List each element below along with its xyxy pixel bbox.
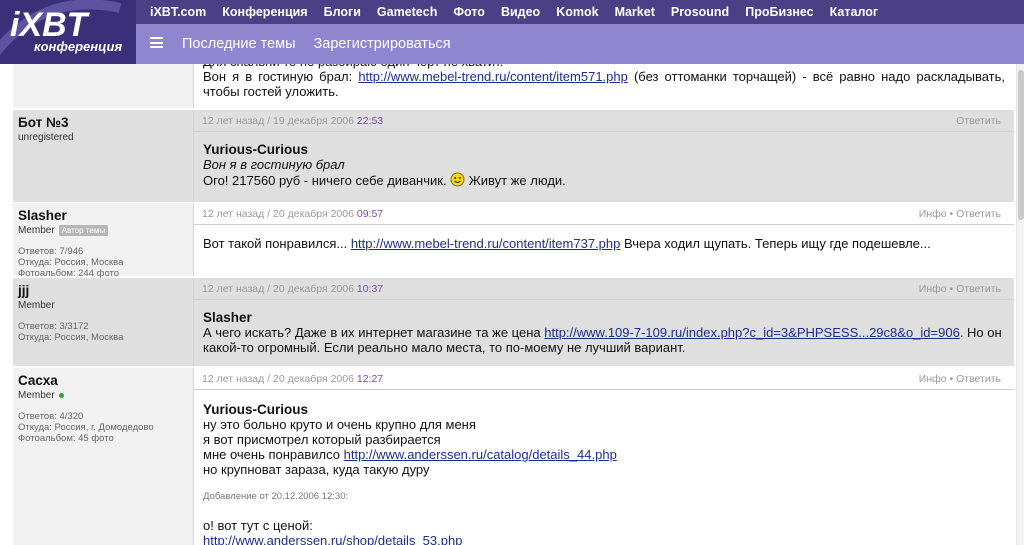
post-ago: 12 лет назад — [202, 207, 265, 220]
topnav-video[interactable]: Видео — [501, 5, 540, 19]
post: Сасха Member Ответов: 4/320 Откуда: Росс… — [13, 368, 1014, 545]
latest-topics-link[interactable]: Последние темы — [182, 36, 296, 52]
author-name[interactable]: jjj — [18, 283, 188, 298]
author-panel: Slasher Member Автор темы Ответов: 7/946 … — [13, 203, 194, 279]
quote-author: Yurious-Curious — [203, 142, 309, 157]
post-ago: 12 лет назад — [202, 114, 265, 127]
post-link[interactable]: http://www.anderssen.ru/catalog/details_… — [344, 447, 617, 462]
author-role: Member — [18, 300, 55, 311]
scrollbar[interactable] — [1016, 64, 1024, 545]
post-text: Вот такой понравился... http://www.mebel… — [203, 236, 931, 251]
topnav-photo[interactable]: Фото — [453, 5, 485, 19]
author-role: Member — [18, 389, 188, 402]
topnav-ixbt[interactable]: iXBT.com — [150, 5, 206, 19]
post-line: но крупноват зараза, куда такую дуру — [203, 462, 430, 477]
edit-note: Добавление от 20.12.2006 12:30: — [203, 491, 349, 502]
post: Бот №3 unregistered 12 лет назад / 19 де… — [13, 110, 1014, 202]
smiley-icon — [450, 172, 465, 190]
register-link[interactable]: Зарегистрироваться — [314, 36, 451, 52]
quote-author: Slasher — [203, 310, 252, 325]
author-name[interactable]: Сасха — [18, 373, 188, 388]
author-role: Member Автор темы — [18, 224, 188, 237]
post-date: 20 декабря 2006 — [273, 282, 354, 295]
logo-subtitle: конференция — [34, 39, 122, 54]
top-nav: iXBT.com Конференция Блоги Gametech Фото… — [150, 0, 894, 24]
online-status-icon — [58, 393, 64, 398]
author-panel: Сасха Member Ответов: 4/320 Откуда: Росс… — [13, 368, 194, 545]
post-meta: 12 лет назад / 19 декабря 2006 22:53 Отв… — [194, 110, 1014, 132]
post-body: 12 лет назад / 20 декабря 2006 10:37 Инф… — [194, 278, 1014, 366]
author-name[interactable]: Бот №3 — [18, 115, 188, 130]
author-panel: jjj Member Ответов: 3/3172 Откуда: Росси… — [13, 278, 194, 366]
post-text: Вон я в гостиную брал: http://www.mebel-… — [203, 69, 1005, 99]
author-panel: Бот №3 unregistered — [13, 110, 194, 202]
topnav-catalog[interactable]: Каталог — [830, 5, 878, 19]
post: Slasher Member Автор темы Ответов: 7/946 … — [13, 203, 1014, 279]
post-date: 20 декабря 2006 — [273, 372, 354, 385]
ixbt-logo[interactable]: iXBT конференция — [0, 0, 136, 64]
post-content: Вот такой понравился... http://www.mebel… — [194, 225, 1014, 251]
post-body: 12 лет назад / 19 декабря 2006 22:53 Отв… — [194, 110, 1014, 202]
post-line: http://www.anderssen.ru/shop/details_53.… — [203, 533, 1005, 545]
post-link[interactable]: http://www.mebel-trend.ru/content/item57… — [358, 69, 628, 84]
post-actions[interactable]: Инфо • Ответить — [919, 373, 1001, 385]
quote-text: Вон я в гостиную брал — [203, 157, 345, 172]
scrollbar-thumb[interactable] — [1018, 70, 1024, 220]
quote-author: Yurious-Curious — [203, 402, 309, 417]
post-date: 20 декабря 2006 — [273, 207, 354, 220]
author-stats: Ответов: 3/3172 Откуда: Россия, Москва — [18, 321, 124, 343]
post-line: ну это больно круто и очень крупно для м… — [203, 417, 476, 432]
post-actions[interactable]: Инфо • Ответить — [919, 208, 1001, 220]
topnav-market[interactable]: Market — [615, 5, 655, 19]
post-link[interactable]: http://www.109-7-109.ru/index.php?c_id=3… — [544, 325, 960, 340]
post-text: Ого! 217560 руб - ничего себе диванчик. … — [203, 172, 566, 190]
author-stats: Ответов: 7/946 Откуда: Россия, Москва Фо… — [18, 246, 124, 279]
author-stats: Ответов: 4/320 Откуда: Россия, г. Домоде… — [18, 411, 154, 444]
post-date: 19 декабря 2006 — [273, 114, 354, 127]
topic-author-badge: Автор темы — [58, 225, 109, 236]
post-ago: 12 лет назад — [202, 282, 265, 295]
post-body: 12 лет назад / 20 декабря 2006 09:57 Инф… — [194, 203, 1014, 276]
topnav-prosound[interactable]: Prosound — [671, 5, 729, 19]
post-meta: 12 лет назад / 20 декабря 2006 12:27 Инф… — [194, 368, 1014, 390]
post-time[interactable]: 12:27 — [357, 373, 383, 385]
post-text: А чего искать? Даже в их интернет магази… — [203, 325, 1002, 355]
post-time[interactable]: 22:53 — [357, 115, 383, 127]
post-actions[interactable]: Ответить — [956, 115, 1001, 127]
post-ago: 12 лет назад — [202, 372, 265, 385]
topnav-komok[interactable]: Komok — [556, 5, 598, 19]
post-actions[interactable]: Инфо • Ответить — [919, 283, 1001, 295]
post-meta: 12 лет назад / 20 декабря 2006 10:37 Инф… — [194, 278, 1014, 300]
post-content: Yurious-Curious Вон я в гостиную брал Ог… — [194, 132, 1014, 190]
post-time[interactable]: 10:37 — [357, 283, 383, 295]
post-line: я вот присмотрел который разбирается — [203, 432, 441, 447]
topnav-conference[interactable]: Конференция — [222, 5, 307, 19]
author-name[interactable]: Slasher — [18, 208, 188, 223]
topnav-blogs[interactable]: Блоги — [324, 5, 361, 19]
post-link[interactable]: http://www.anderssen.ru/shop/details_53.… — [203, 533, 462, 545]
post-line: о! вот тут с ценой: — [203, 518, 313, 533]
hamburger-menu-icon[interactable] — [150, 37, 163, 48]
post-meta: 12 лет назад / 20 декабря 2006 09:57 Инф… — [194, 203, 1014, 225]
topnav-probusiness[interactable]: ПроБизнес — [745, 5, 813, 19]
post: jjj Member Ответов: 3/3172 Откуда: Росси… — [13, 278, 1014, 366]
post-time[interactable]: 09:57 — [357, 208, 383, 220]
post-link[interactable]: http://www.mebel-trend.ru/content/item73… — [351, 236, 621, 251]
author-role: unregistered — [18, 132, 74, 143]
topnav-gametech[interactable]: Gametech — [377, 5, 437, 19]
post-line: мне очень понравилсо http://www.andersse… — [203, 447, 617, 462]
post-content: Yurious-Curious ну это больно круто и оч… — [194, 390, 1014, 545]
post-content: Slasher А чего искать? Даже в их интерне… — [194, 300, 1014, 355]
post-body: 12 лет назад / 20 декабря 2006 12:27 Инф… — [194, 368, 1014, 545]
forum-nav: Последние темы Зарегистрироваться — [182, 24, 469, 64]
